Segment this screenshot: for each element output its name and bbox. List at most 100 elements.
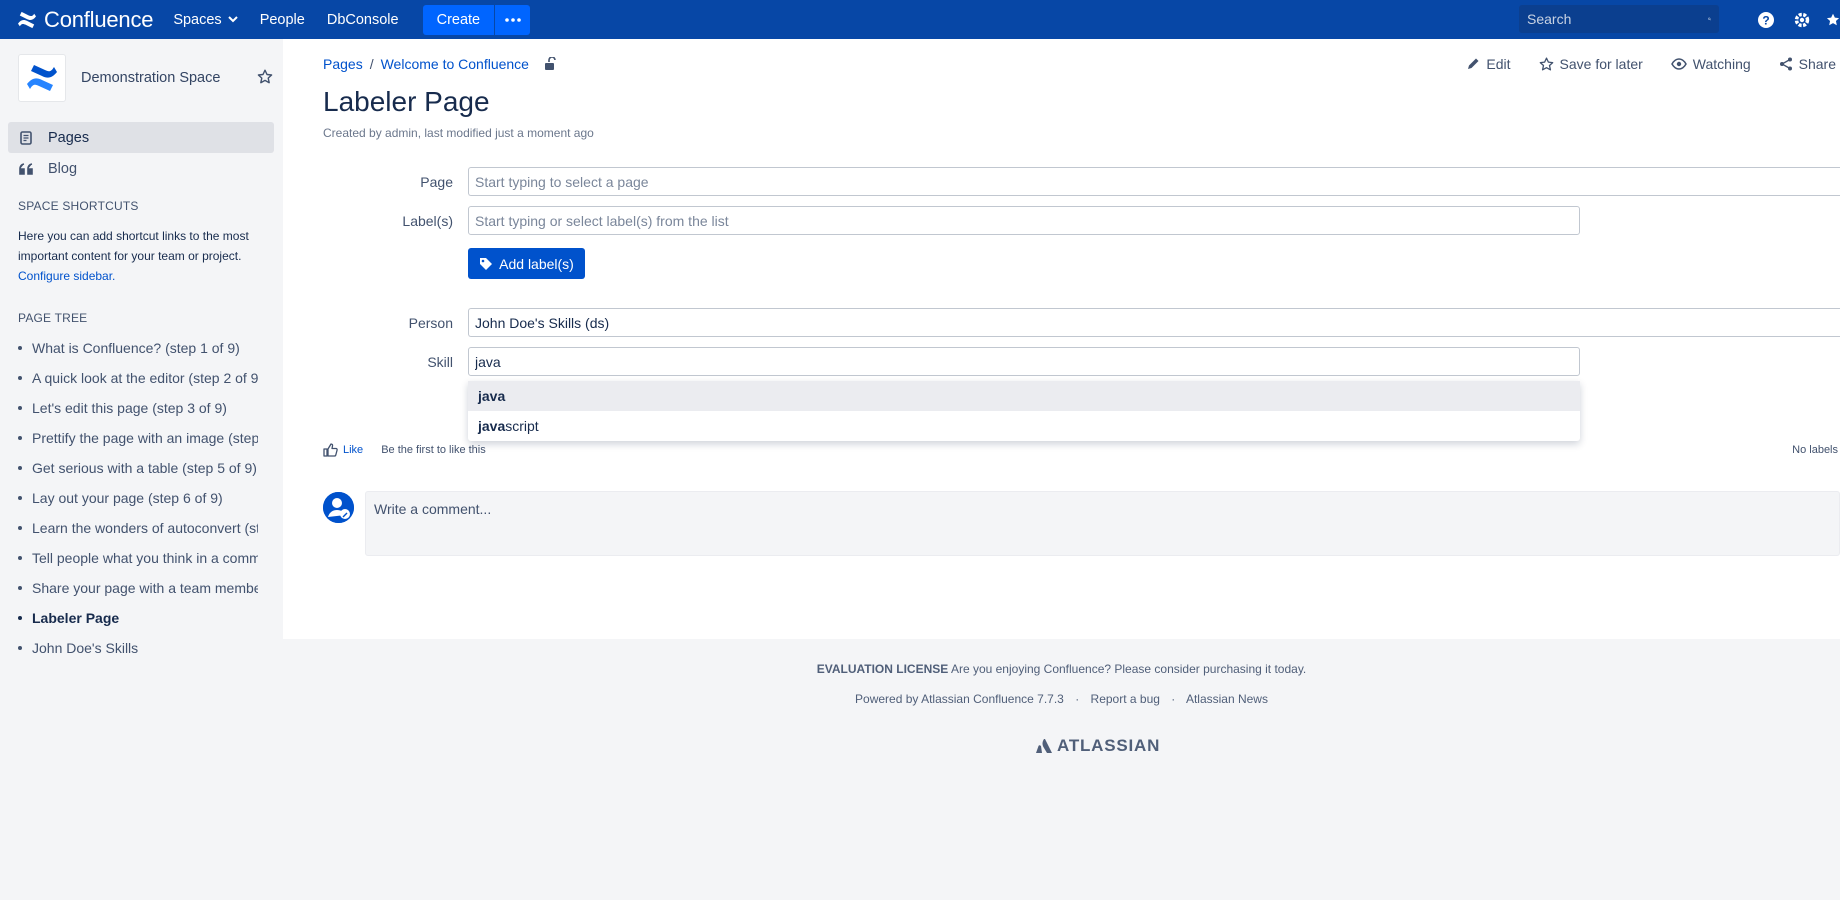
create-button[interactable]: Create (422, 4, 495, 35)
user-avatar-icon (323, 492, 354, 523)
page-tree-item-current[interactable]: Labeler Page (18, 603, 258, 633)
page-tree-item-label: What is Confluence? (step 1 of 9) (32, 340, 240, 356)
page-tree: What is Confluence? (step 1 of 9) A quic… (18, 333, 258, 663)
page-tree-item-label: Learn the wonders of autoconvert (step 7… (32, 520, 258, 536)
page-tree-item[interactable]: A quick look at the editor (step 2 of 9) (18, 363, 258, 393)
space-header[interactable]: Demonstration Space (18, 54, 220, 102)
page-tree-item[interactable]: Lay out your page (step 6 of 9) (18, 483, 258, 513)
bullet-icon (18, 376, 22, 380)
like-status-text: Be the first to like this (381, 444, 486, 456)
page-tree-item[interactable]: Let's edit this page (step 3 of 9) (18, 393, 258, 423)
configure-sidebar-link[interactable]: Configure sidebar. (18, 269, 115, 283)
page-tree-item[interactable]: Learn the wonders of autoconvert (step 7… (18, 513, 258, 543)
star-space-icon[interactable] (257, 69, 273, 88)
powered-by-text[interactable]: Powered by Atlassian Confluence 7.7.3 (855, 692, 1064, 706)
autocomplete-option-java[interactable]: java (468, 381, 1580, 411)
atlassian-logo[interactable]: ATLASSIAN (1036, 736, 1160, 756)
page-tree-item[interactable]: Share your page with a team member (step… (18, 573, 258, 603)
add-labels-button[interactable]: Add label(s) (468, 248, 585, 279)
sidebar: Demonstration Space Pages Blog SPACE SHO… (0, 39, 282, 900)
chevron-down-icon (227, 16, 238, 23)
more-dots-icon (504, 17, 521, 22)
page-tree-item-label: Tell people what you think in a comment … (32, 550, 258, 566)
watching-button[interactable]: Watching (1670, 56, 1751, 72)
atlassian-logo-text: ATLASSIAN (1057, 736, 1161, 755)
svg-text:?: ? (1762, 14, 1769, 28)
nav-dbconsole[interactable]: DbConsole (327, 12, 399, 28)
bullet-icon (18, 436, 22, 440)
bullet-icon (18, 556, 22, 560)
atlassian-logo-icon (1036, 738, 1052, 753)
option-rest: script (505, 418, 539, 434)
footer-dot: · (1075, 692, 1080, 706)
page-tree-item[interactable]: John Doe's Skills (18, 633, 258, 663)
confluence-home-link[interactable]: Confluence (16, 6, 154, 33)
breadcrumb-welcome[interactable]: Welcome to Confluence (381, 56, 529, 72)
confluence-logo-icon (18, 11, 36, 28)
page-tree-item[interactable]: Get serious with a table (step 5 of 9) (18, 453, 258, 483)
atlassian-news-link[interactable]: Atlassian News (1186, 692, 1268, 706)
page-tree-item[interactable]: Tell people what you think in a comment … (18, 543, 258, 573)
option-match: java (478, 388, 506, 404)
shortcuts-text: Here you can add shortcut links to the m… (18, 229, 249, 263)
search-icon[interactable] (1708, 11, 1711, 27)
save-label: Save for later (1559, 56, 1643, 72)
like-button[interactable]: Like (323, 443, 363, 457)
main-content: Pages / Welcome to Confluence Edit Save … (283, 39, 1840, 639)
breadcrumb-separator: / (369, 56, 374, 72)
breadcrumb: Pages / Welcome to Confluence (323, 56, 557, 72)
like-label: Like (343, 444, 364, 456)
page-actions: Edit Save for later Watching Share (1466, 56, 1840, 72)
bullet-icon (18, 526, 22, 530)
bullet-icon (18, 466, 22, 470)
brand-name: Confluence (44, 6, 154, 32)
space-shortcuts-description: Here you can add shortcut links to the m… (18, 226, 258, 286)
labels-field-label: Label(s) (402, 213, 453, 229)
settings-gear-icon[interactable] (1792, 10, 1812, 30)
license-text: Are you enjoying Confluence? Please cons… (950, 662, 1307, 676)
footer-links: Powered by Atlassian Confluence 7.7.3 · … (283, 692, 1840, 706)
comment-input[interactable]: Write a comment... (365, 491, 1840, 556)
search-input[interactable] (1527, 11, 1708, 27)
footer-dot: · (1171, 692, 1176, 706)
bullet-icon (18, 586, 22, 590)
help-icon[interactable]: ? (1756, 10, 1776, 30)
share-button[interactable]: Share (1779, 56, 1836, 72)
tag-icon (480, 257, 493, 270)
nav-spaces-label: Spaces (173, 11, 222, 28)
save-for-later-button[interactable]: Save for later (1539, 56, 1643, 72)
page-field-label: Page (420, 174, 453, 190)
nav-people[interactable]: People (260, 12, 305, 28)
page-metadata: Created by admin, last modified just a m… (323, 126, 594, 140)
bullet-icon (18, 406, 22, 410)
sidebar-item-blog[interactable]: Blog (8, 153, 274, 184)
license-notice: EVALUATION LICENSE Are you enjoying Conf… (283, 662, 1840, 676)
edit-label: Edit (1486, 56, 1511, 72)
space-logo (18, 54, 66, 102)
eye-icon (1670, 58, 1687, 70)
person-input[interactable] (468, 308, 1840, 337)
page-tree-item[interactable]: Prettify the page with an image (step 4 … (18, 423, 258, 453)
top-navigation-bar: Confluence Spaces People DbConsole Creat… (0, 0, 1840, 39)
breadcrumb-pages[interactable]: Pages (323, 56, 363, 72)
option-match: java (478, 418, 506, 434)
notifications-icon[interactable] (1826, 10, 1840, 30)
report-bug-link[interactable]: Report a bug (1091, 692, 1160, 706)
page-tree-item[interactable]: What is Confluence? (step 1 of 9) (18, 333, 258, 363)
sidebar-item-label: Pages (48, 129, 90, 146)
sidebar-item-pages[interactable]: Pages (8, 122, 274, 153)
page-select-input[interactable] (468, 167, 1840, 196)
nav-spaces[interactable]: Spaces (173, 11, 238, 28)
create-more-button[interactable] (495, 4, 531, 35)
pencil-icon (1468, 58, 1479, 69)
watching-label: Watching (1692, 56, 1751, 72)
page-tree-item-label: John Doe's Skills (32, 640, 139, 656)
skill-input[interactable] (468, 347, 1580, 376)
labels-input[interactable] (468, 206, 1580, 235)
space-shortcuts-heading: SPACE SHORTCUTS (18, 199, 139, 213)
sidebar-item-label: Blog (48, 160, 78, 177)
unlock-icon[interactable] (543, 57, 557, 71)
skill-field-label: Skill (427, 354, 453, 370)
edit-button[interactable]: Edit (1466, 56, 1511, 72)
autocomplete-option-javascript[interactable]: java script (468, 411, 1580, 441)
